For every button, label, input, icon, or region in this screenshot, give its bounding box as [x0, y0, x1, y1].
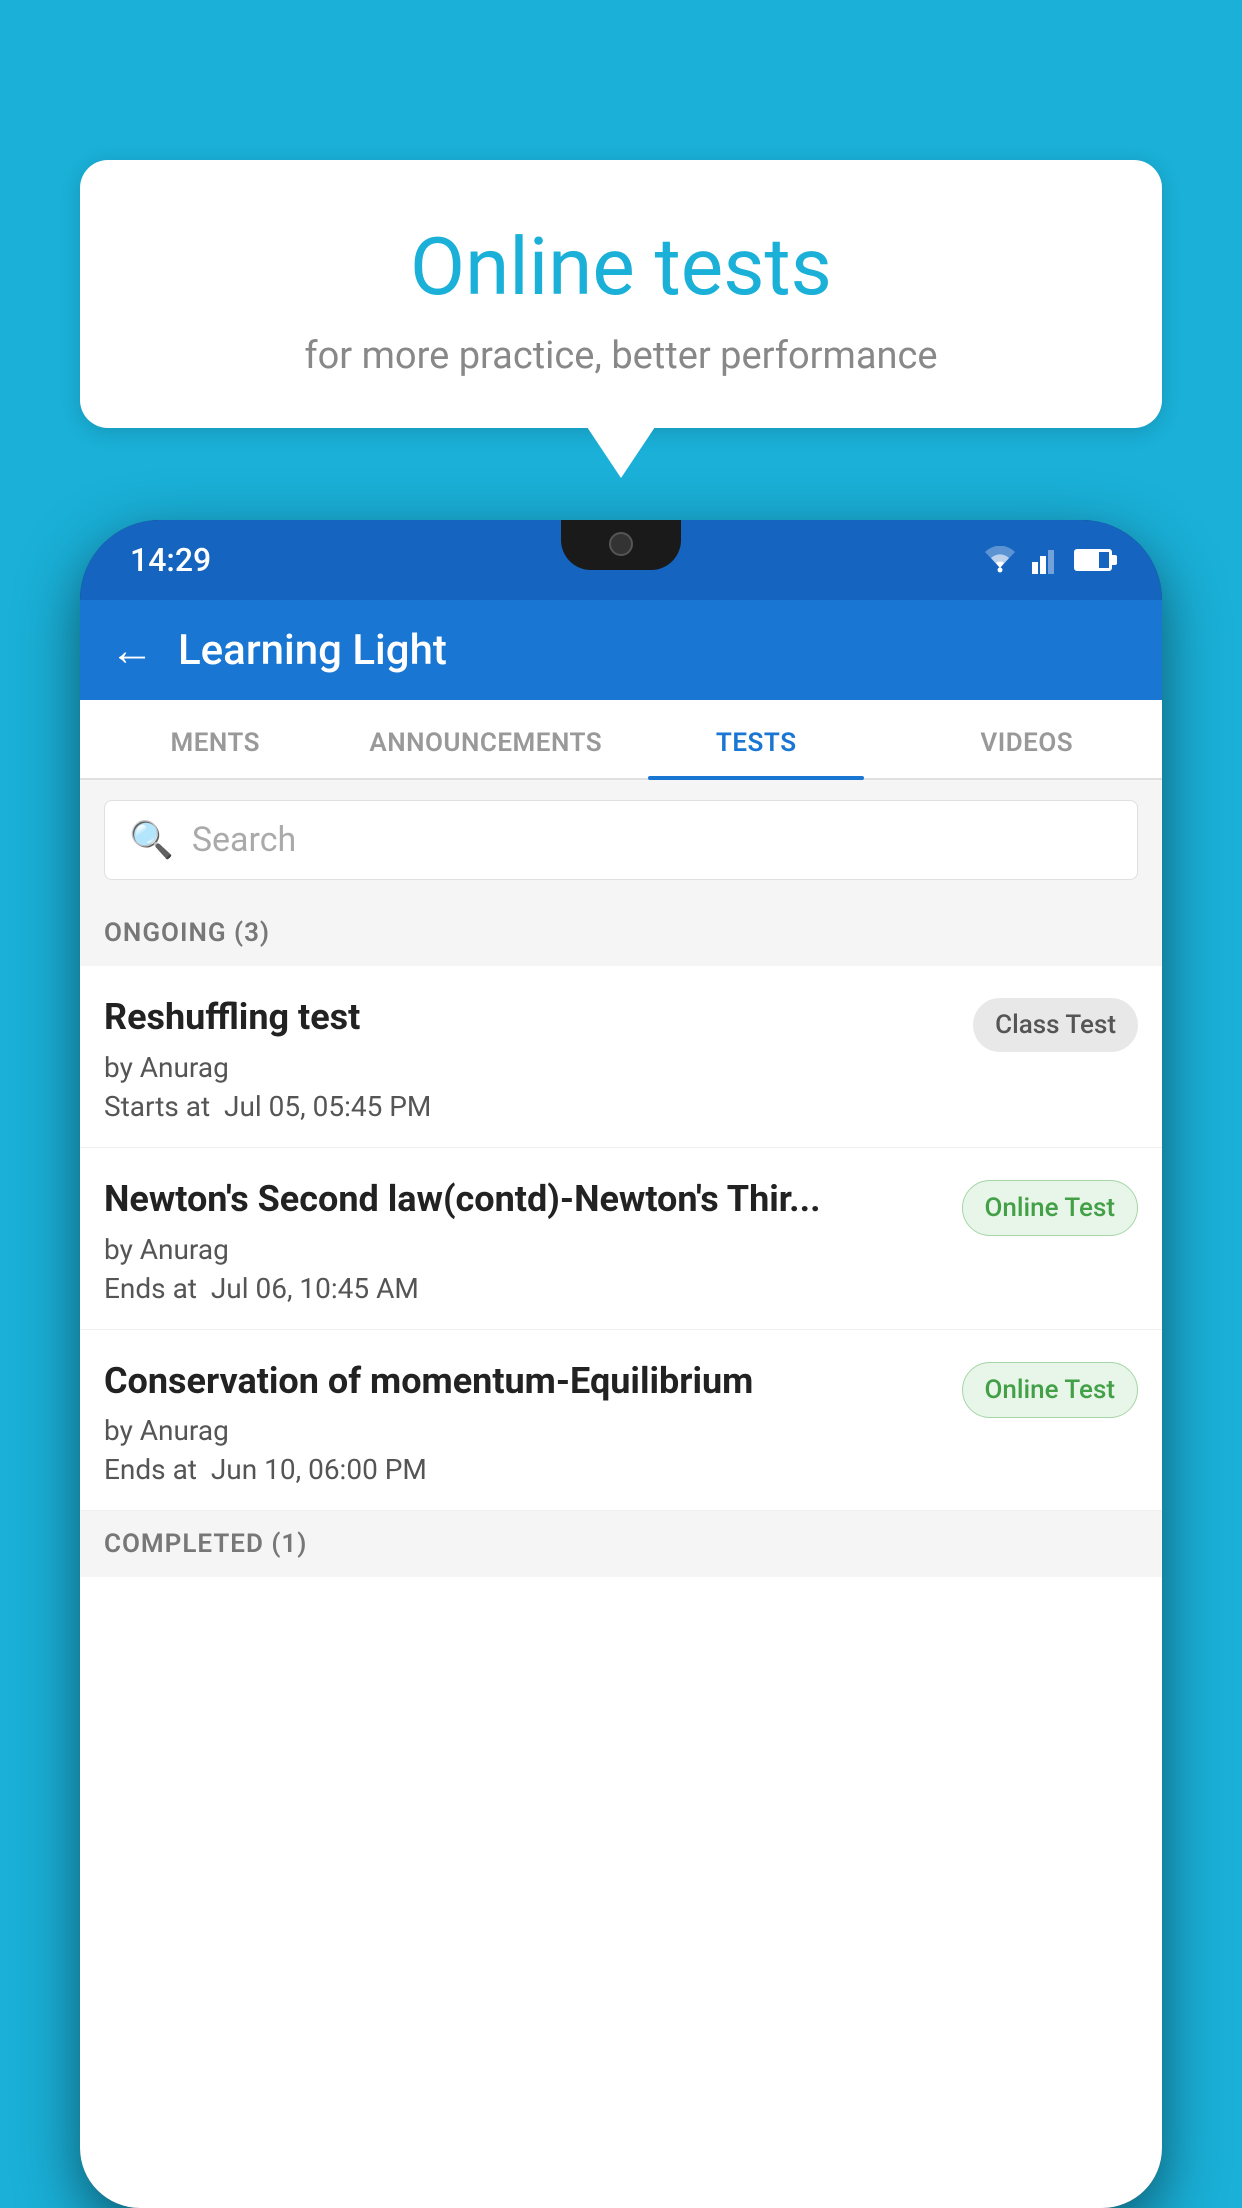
test-author-2: by Anurag	[104, 1233, 946, 1266]
search-container: 🔍 Search	[80, 780, 1162, 900]
signal-icon	[1032, 546, 1060, 574]
test-item-2[interactable]: Newton's Second law(contd)-Newton's Thir…	[80, 1148, 1162, 1330]
search-bar[interactable]: 🔍 Search	[104, 800, 1138, 880]
status-time: 14:29	[130, 541, 211, 579]
back-button[interactable]: ←	[110, 624, 154, 676]
test-time-1: Starts at Jul 05, 05:45 PM	[104, 1090, 957, 1123]
search-placeholder: Search	[192, 820, 296, 860]
app-bar-title: Learning Light	[178, 626, 447, 675]
test-time-2: Ends at Jul 06, 10:45 AM	[104, 1272, 946, 1305]
test-name-3: Conservation of momentum-Equilibrium	[104, 1358, 946, 1405]
test-author-3: by Anurag	[104, 1414, 946, 1447]
test-badge-1: Class Test	[973, 998, 1138, 1052]
test-time-3: Ends at Jun 10, 06:00 PM	[104, 1453, 946, 1486]
test-info-2: Newton's Second law(contd)-Newton's Thir…	[104, 1176, 946, 1305]
test-item-1[interactable]: Reshuffling test by Anurag Starts at Jul…	[80, 966, 1162, 1148]
search-icon: 🔍	[129, 819, 174, 861]
notch	[561, 520, 681, 570]
front-camera	[609, 532, 633, 556]
status-bar: 14:29	[80, 520, 1162, 600]
phone-screen: ← Learning Light MENTS ANNOUNCEMENTS TES…	[80, 600, 1162, 2208]
test-info-1: Reshuffling test by Anurag Starts at Jul…	[104, 994, 957, 1123]
app-bar: ← Learning Light	[80, 600, 1162, 700]
tabs-bar: MENTS ANNOUNCEMENTS TESTS VIDEOS	[80, 700, 1162, 780]
tab-ments[interactable]: MENTS	[80, 700, 351, 778]
test-name-1: Reshuffling test	[104, 994, 957, 1041]
completed-section-header: COMPLETED (1)	[80, 1511, 1162, 1577]
tab-tests[interactable]: TESTS	[621, 700, 892, 778]
test-info-3: Conservation of momentum-Equilibrium by …	[104, 1358, 946, 1487]
test-badge-2: Online Test	[962, 1180, 1139, 1236]
test-list: Reshuffling test by Anurag Starts at Jul…	[80, 966, 1162, 1511]
status-icons	[982, 546, 1112, 574]
test-author-1: by Anurag	[104, 1051, 957, 1084]
tab-videos[interactable]: VIDEOS	[892, 700, 1163, 778]
tab-announcements[interactable]: ANNOUNCEMENTS	[351, 700, 622, 778]
phone-device: 14:29 ← Learning Light	[80, 520, 1162, 2208]
test-badge-3: Online Test	[962, 1362, 1139, 1418]
wifi-icon	[982, 546, 1018, 574]
battery-icon	[1074, 549, 1112, 571]
bubble-subtitle: for more practice, better performance	[120, 334, 1122, 378]
test-item-3[interactable]: Conservation of momentum-Equilibrium by …	[80, 1330, 1162, 1512]
test-name-2: Newton's Second law(contd)-Newton's Thir…	[104, 1176, 946, 1223]
bubble-title: Online tests	[120, 220, 1122, 314]
speech-bubble: Online tests for more practice, better p…	[80, 160, 1162, 428]
ongoing-section-header: ONGOING (3)	[80, 900, 1162, 966]
